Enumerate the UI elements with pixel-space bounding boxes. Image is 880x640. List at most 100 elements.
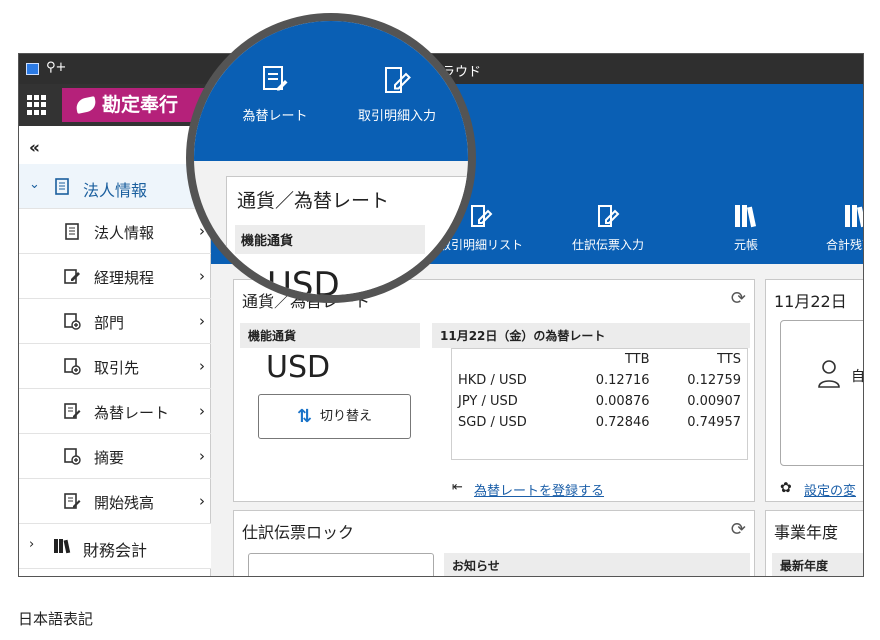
fiscal-year-panel: 事業年度 最新年度 [765,510,863,576]
functional-currency-label: 機能通貨 [235,225,425,254]
chevron-right-icon: › [199,492,205,510]
notice-label: お知らせ [444,553,750,576]
chevron-right-icon: › [199,312,205,330]
building-icon [53,177,71,195]
column-header [452,349,565,371]
brand-logo: 勘定奉行 [62,88,211,122]
sidebar-item-label: 経理規程 [94,269,155,287]
chevron-right-icon: › [29,537,35,552]
sidebar-group-label: 財務会計 [83,541,148,560]
panel-title: 11月22日 [774,292,847,311]
edit-list-icon [63,492,81,510]
column-header: TTB [624,352,650,367]
chevron-right-icon: › [199,357,205,375]
table-row: HKD / USD 0.12716 0.12759 [452,370,748,391]
sidebar-group-corporate-info[interactable]: ⌄ 法人情報 [19,164,211,209]
table-header-row: TTB TTS [452,349,748,371]
toolbar-label: 合計残高試 [825,238,863,252]
building-icon [63,222,81,240]
edit-note-icon [385,67,411,93]
sidebar-item-label: 為替レート [94,404,170,422]
table-cell: 0.00876 [595,394,650,409]
brand-bird-icon [74,96,98,114]
edit-list-icon [63,402,81,420]
table-cell: 0.12759 [687,373,741,388]
app-menu-grid-icon[interactable] [27,95,47,115]
sidebar-item-clients[interactable]: 取引先 › [19,344,211,389]
chevron-right-icon: › [199,402,205,420]
refresh-icon[interactable]: ⟳ [731,519,746,540]
sidebar-group-financial-accounting[interactable]: › 財務会計 [19,524,211,569]
swap-icon: ⇅ [296,406,313,427]
list-add-icon [63,357,81,375]
toolbar-journal-entry-button[interactable]: 仕訳伝票入力 [563,202,653,253]
table-cell: JPY / USD [458,394,518,409]
gear-icon[interactable]: ✿ [780,480,792,496]
register-icon: ⇤ [452,480,463,495]
user-icon [818,360,840,388]
toolbar-trial-balance-button[interactable]: 合計残高試 [811,202,863,253]
switch-currency-button[interactable]: ⇅ 切り替え [258,394,411,439]
toolbar-label: 仕訳伝票入力 [571,238,644,252]
functional-currency-value: USD [266,350,331,385]
edit-list-icon [263,66,288,91]
functional-currency-label: 機能通貨 [240,323,420,348]
books-icon [701,202,791,230]
sidebar-item-label: 法人情報 [94,224,155,242]
books-icon [53,537,71,555]
sidebar-item-accounting-rules[interactable]: 経理規程 › [19,254,211,299]
sidebar-group-label: 法人情報 [83,181,148,200]
edit-document-icon [63,267,81,285]
brand-name: 勘定奉行 [102,94,179,116]
chevron-down-icon: ⌄ [29,177,40,192]
table-cell: 0.00907 [687,394,741,409]
table-row: JPY / USD 0.00876 0.00907 [452,391,748,412]
table-cell: SGD / USD [458,415,527,430]
list-add-icon [63,312,81,330]
edit-note-icon [563,202,653,230]
date-panel: 11月22日 自 ✿ 設定の変 [765,279,864,502]
toolbar-exchange-rate-button[interactable]: 為替レート [220,63,330,124]
switch-button-label: 切り替え [320,409,373,424]
table-row: SGD / USD 0.72846 0.74957 [452,412,748,433]
chevron-right-icon: › [199,447,205,465]
brand-bar: 勘定奉行 [19,84,211,126]
settings-link[interactable]: 設定の変 [804,480,856,499]
collapse-sidebar-button[interactable]: « [29,138,40,158]
toolbar-label: 元帳 [733,238,758,252]
rate-table: TTB TTS HKD / USD 0.12716 0.12759 JPY / US… [451,348,748,460]
register-rate-link[interactable]: 為替レートを登録する [474,480,604,499]
books-icon [811,202,863,230]
caption: 日本語表記 [18,610,94,628]
toolbar-transaction-entry-button[interactable]: 取引明細入力 [342,63,452,124]
sidebar-item-label: 摘要 [94,449,125,467]
column-header: TTS [717,352,741,367]
chevron-right-icon: › [199,267,205,285]
toolbar-ledger-button[interactable]: 元帳 [701,202,791,253]
sidebar-item-departments[interactable]: 部門 › [19,299,211,344]
fx-rate-panel: 通貨／為替レート ⟳ 機能通貨 USD ⇅ 切り替え 11月22日（金）の為替レー… [233,279,755,502]
table-cell: 0.74957 [687,415,741,430]
sidebar-item-descriptions[interactable]: 摘要 › [19,434,211,479]
sidebar-item-label: 開始残高 [94,494,155,512]
latest-year-label: 最新年度 [772,553,863,576]
refresh-icon[interactable]: ⟳ [731,288,746,309]
sidebar-item-exchange-rates[interactable]: 為替レート › [19,389,211,434]
sidebar-item-corporate-info[interactable]: 法人情報 › [19,209,211,254]
table-cell: 0.72846 [595,415,650,430]
sidebar: « ⌄ 法人情報 法人情報 › 経理規程 › 部門 › 取引先 › 為替レート … [19,126,211,576]
magnified-fx-panel: 通貨／為替レート 機能通貨 USD [226,176,468,295]
sidebar-item-opening-balance[interactable]: 開始残高 › [19,479,211,524]
lock-date-field[interactable] [248,553,434,576]
user-name-partial: 自 [851,369,864,385]
panel-title: 仕訳伝票ロック [242,523,355,542]
toolbar-label: 取引明細入力 [357,109,436,124]
sidebar-item-label: 取引先 [94,359,140,377]
table-cell: 0.12716 [595,373,650,388]
zoom-magnifier: 為替レート 取引明細入力 通貨／為替レート 機能通貨 USD [186,13,476,303]
table-row [452,433,748,459]
user-card[interactable]: 自 [780,320,864,466]
sidebar-item-label: 部門 [94,314,125,332]
list-add-icon [63,447,81,465]
table-cell: HKD / USD [458,373,527,388]
